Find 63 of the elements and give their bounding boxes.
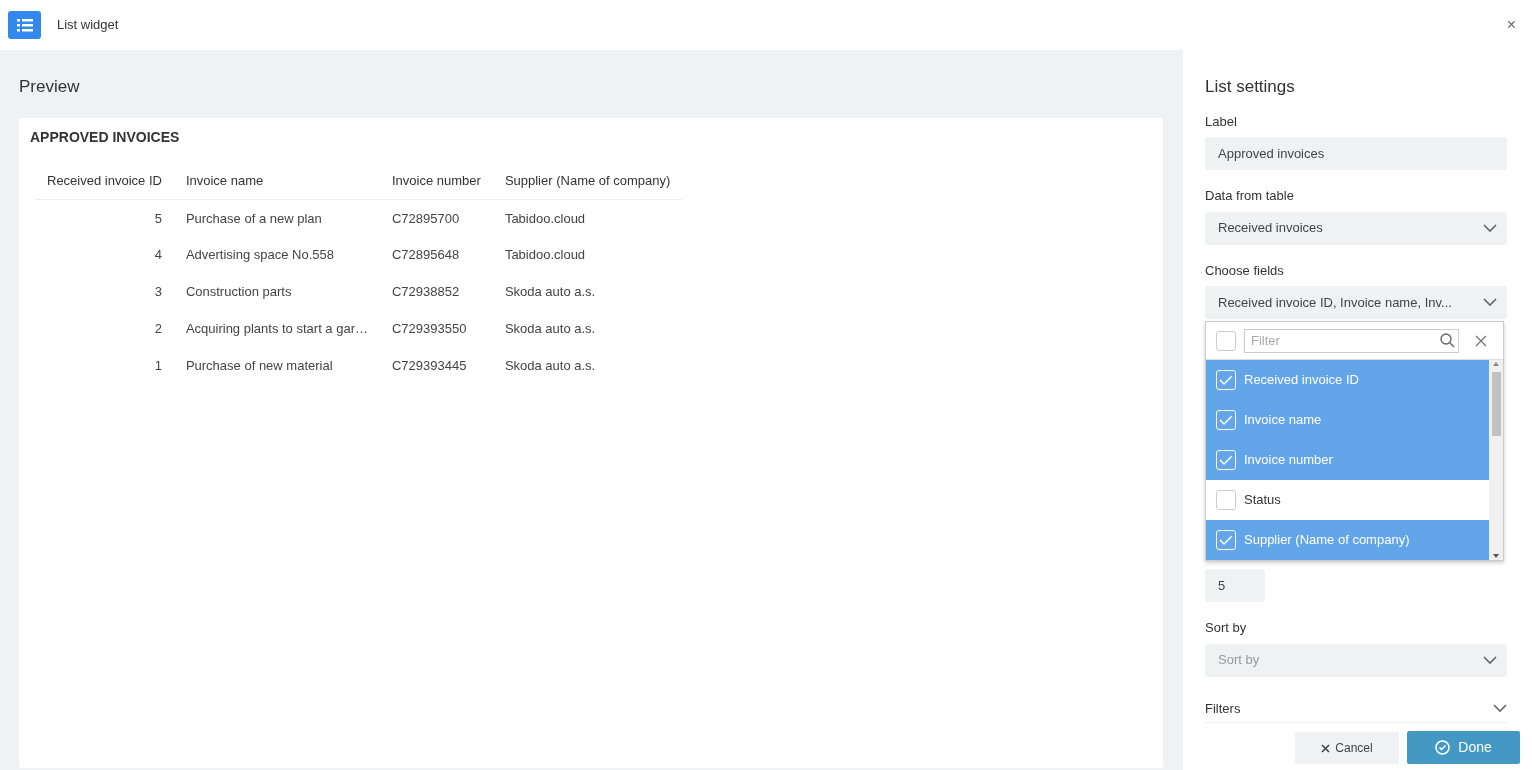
close-icon	[1321, 743, 1331, 753]
table-cell-text: Construction parts	[184, 283, 293, 302]
table-cell-text: 3	[153, 283, 163, 302]
table-cell-text: C72895648	[391, 246, 461, 265]
checkbox[interactable]	[1216, 490, 1236, 510]
table-cell: Tabidoo.cloud	[492, 199, 683, 237]
option-label: Received invoice ID	[1244, 371, 1359, 390]
field-label: Data from table	[1205, 187, 1295, 205]
table-cell: C72895700	[380, 199, 493, 237]
option-label: Status	[1244, 491, 1281, 510]
table-cell-text: Tabidoo.cloud	[503, 246, 587, 265]
table-cell-text: Skoda auto a.s.	[503, 283, 597, 302]
table-cell-text: 4	[153, 246, 163, 265]
search-icon	[1440, 332, 1455, 348]
chevron-icon	[1483, 655, 1497, 665]
column-header: Invoice number	[380, 161, 493, 200]
table-cell-text: Skoda auto a.s.	[503, 320, 597, 339]
check-icon	[1219, 374, 1233, 386]
check-icon	[1219, 534, 1233, 546]
field-label: Sort by	[1205, 619, 1248, 637]
select-field[interactable]: Received invoice ID, Invoice name, Inv...	[1205, 286, 1507, 319]
field-label: Label	[1205, 112, 1238, 131]
chevron-icon	[1483, 223, 1497, 233]
settings-heading: List settings	[1205, 76, 1296, 98]
check-icon	[1219, 454, 1233, 466]
table-cell-text: C729393550	[391, 320, 468, 339]
table-cell: 5	[35, 199, 174, 237]
table-cell-text: Advertising space No.558	[184, 246, 336, 265]
table-cell: Purchase of a new plan	[173, 199, 380, 237]
window-title: List widget	[57, 16, 119, 35]
scrollbar[interactable]	[1489, 360, 1503, 560]
table-cell-text: C729393445	[391, 357, 468, 376]
clear-button[interactable]	[1475, 334, 1487, 347]
filter-field[interactable]: Filter	[1244, 328, 1459, 353]
table-cell-text: Acquiring plants to start a gar…	[184, 320, 369, 339]
column-header: Supplier (Name of company)	[492, 161, 683, 200]
select-field[interactable]: Received invoices	[1205, 211, 1507, 245]
preview-heading: Preview	[19, 76, 81, 98]
chevron-icon	[1483, 298, 1497, 307]
scrollbar-thumb[interactable]	[1491, 372, 1501, 436]
column-header: Received invoice ID	[35, 161, 174, 200]
text-field[interactable]: Approved invoices	[1205, 137, 1507, 170]
number-field[interactable]: 5	[1205, 569, 1265, 602]
option-label: Supplier (Name of company)	[1244, 531, 1410, 550]
chevron-icon	[1493, 703, 1507, 713]
field-label: Choose fields	[1205, 261, 1285, 280]
check-circle-icon	[1435, 740, 1451, 755]
filters-section[interactable]: Filters	[1205, 698, 1507, 723]
checkbox[interactable]	[1216, 330, 1236, 351]
list-title: APPROVED INVOICES	[30, 127, 181, 147]
table-cell-text: 2	[153, 320, 163, 339]
check-icon	[1219, 414, 1233, 426]
table-cell-text: C72938852	[391, 283, 461, 302]
cancel-button[interactable]: Cancel	[1295, 731, 1399, 764]
list-icon[interactable]	[8, 11, 41, 39]
table-cell-text: 1	[153, 357, 163, 376]
close-button[interactable]: ×	[1506, 13, 1516, 37]
section-label: Filters	[1205, 699, 1241, 718]
option-label: Invoice name	[1244, 411, 1322, 430]
table-cell-text: Purchase of new material	[184, 357, 334, 376]
table-cell-text: Skoda auto a.s.	[503, 357, 597, 376]
option-label: Invoice number	[1244, 451, 1333, 470]
column-header: Invoice name	[173, 161, 380, 200]
